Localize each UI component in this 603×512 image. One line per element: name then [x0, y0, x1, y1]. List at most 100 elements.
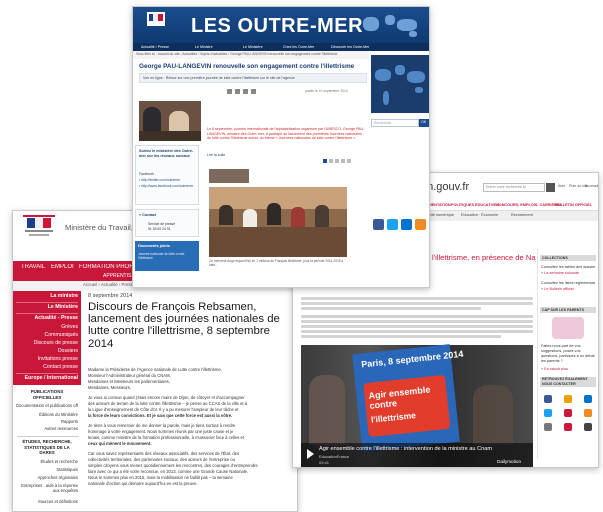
- body-line: des acteurs de terrain de la lutte contr…: [88, 401, 248, 406]
- site-title: LES OUTRE-MER: [191, 15, 364, 37]
- mobile-icon[interactable]: [584, 423, 592, 431]
- share-bar: Voir en ligne : Retour sur une première …: [139, 73, 367, 83]
- pager-dot[interactable]: [329, 159, 333, 163]
- top-link[interactable]: Accessibilité: [585, 184, 598, 188]
- nav-ministere[interactable]: Le Ministère: [243, 43, 263, 51]
- map-widget[interactable]: [371, 55, 429, 113]
- rc-link[interactable]: Consultez les tables des dossiers récent…: [541, 265, 595, 269]
- pub-link[interactable]: Éditions du Ministère: [16, 412, 78, 417]
- article-photo-top: [139, 101, 201, 141]
- contact-icon[interactable]: [564, 409, 572, 417]
- facebook-icon[interactable]: [373, 219, 384, 230]
- body-line: Je vous ai connue quand j'étais encore m…: [88, 395, 245, 400]
- nav-ministre[interactable]: Le Ministre: [195, 43, 213, 51]
- pub-link[interactable]: Autres ressources: [16, 426, 78, 431]
- share-icon[interactable]: [251, 89, 256, 94]
- rss-icon[interactable]: [584, 409, 592, 417]
- submenu-link[interactable]: Recrutement: [511, 213, 533, 217]
- outremer-screenshot: LES OUTRE-MER Actualité / Presse Le Mini…: [132, 6, 430, 288]
- body-line: Nous le sommes plus en 2015, mais la mob…: [88, 475, 233, 480]
- body-line: Mesdames et Messieurs les parlementaires…: [88, 379, 170, 384]
- body-line: simples citoyens vous menez quotidiennem…: [88, 463, 258, 468]
- print-icon[interactable]: [227, 89, 232, 94]
- body-line: Car vous savez représentants des réseaux…: [88, 451, 240, 456]
- search-button[interactable]: [546, 183, 555, 192]
- article-date: 8 septembre 2014: [88, 293, 133, 299]
- video-time: 03:41: [319, 460, 330, 465]
- pub-link[interactable]: Documentation et publications officielle…: [16, 403, 78, 408]
- pub-link[interactable]: Rapports: [16, 419, 78, 424]
- rc-link[interactable]: » En savoir plus: [541, 367, 595, 371]
- nav-decouvrir[interactable]: Découvrir les Outre-Mer: [331, 43, 369, 51]
- body-line: la force de leurs convictions. Et je sai…: [88, 413, 233, 418]
- read-more-link[interactable]: Lire la suite: [207, 153, 225, 157]
- body-line: hommage à votre engagement. Nous sommes …: [88, 429, 234, 434]
- marianne-logo: [23, 215, 55, 237]
- pager-dot[interactable]: [323, 159, 327, 163]
- dailymotion-icon[interactable]: [401, 219, 412, 230]
- pager-dot[interactable]: [347, 159, 351, 163]
- nav-emploi[interactable]: EMPLOI: [51, 264, 74, 270]
- body-line: Mesdames, Messieurs,: [88, 385, 132, 390]
- contact-box: » Contact Service de presse 01 53 69 24 …: [135, 209, 199, 237]
- pager-dot[interactable]: [335, 159, 339, 163]
- video-title: Agir ensemble contre l'illettrisme : int…: [319, 446, 492, 452]
- documents-box: Documents joints Journée nationale de lu…: [135, 241, 199, 271]
- nav-travail[interactable]: TRAVAIL: [21, 264, 45, 270]
- rss-icon[interactable]: [415, 219, 426, 230]
- twitter-icon[interactable]: [544, 409, 552, 417]
- body-line: tenais, comme ministre de la formation p…: [88, 435, 245, 440]
- search-input[interactable]: Entrer votre recherche ici: [483, 183, 545, 192]
- search-input[interactable]: Rechercher: [371, 119, 419, 127]
- etudes-link[interactable]: Études et recherche: [16, 459, 78, 464]
- menu-link[interactable]: POLITIQUES ÉDUCATIVES: [451, 203, 499, 207]
- left-menu-item[interactable]: Europe / International: [14, 375, 78, 385]
- breadcrumb: Vous êtes ici : Accueil du site › Actual…: [133, 51, 369, 59]
- rc-link[interactable]: » Le Bulletin officiel: [541, 287, 595, 291]
- rc-link[interactable]: Consultez les listes réglementaires publ…: [541, 281, 595, 285]
- mail-icon[interactable]: [235, 89, 240, 94]
- article-photo-small: [209, 169, 249, 183]
- travail-left-nav: La ministre Le Ministère Actualité - Pre…: [13, 291, 81, 385]
- top-link[interactable]: Aide: [558, 184, 565, 188]
- search-button[interactable]: OK: [419, 119, 429, 127]
- photo-caption: Ce mercredi Ange aujourd'hui en 1 millio…: [209, 259, 344, 267]
- etudes-link[interactable]: Approches régionales: [16, 475, 78, 480]
- play-icon[interactable]: [307, 449, 314, 459]
- etudes-link[interactable]: Entreprises : aide à la réponse aux enqu…: [16, 483, 78, 493]
- dailymotion-icon[interactable]: [584, 395, 592, 403]
- mail-icon[interactable]: [544, 423, 552, 431]
- facebook-icon[interactable]: [544, 395, 552, 403]
- etudes-link[interactable]: Statistiques: [16, 467, 78, 472]
- video-player[interactable]: Paris, 8 septembre 2014 Agir ensemble co…: [301, 344, 533, 467]
- calendar-icon[interactable]: [564, 423, 572, 431]
- submenu-link[interactable]: Éducation · Économie: [461, 213, 498, 217]
- body-line: collectivités territoriales, des partena…: [88, 457, 235, 462]
- gouv-right-column: COLLECTIONS Consultez les tables des dos…: [537, 249, 597, 459]
- menu-link[interactable]: CONCOURS, EMPLOIS, CARRIÈRES: [496, 203, 562, 207]
- article-title: George PAU-LANGEVIN renouvelle son engag…: [139, 63, 355, 70]
- publish-date: publié le 10 septembre 2014: [305, 89, 348, 93]
- rc-text: Faites nous part de vos suggestions, pos…: [541, 344, 595, 363]
- body-line: ceux qui mènent le mouvement.: [88, 441, 152, 446]
- nav-chez[interactable]: Chez les Outre-Mer: [283, 43, 314, 51]
- font-size-icon[interactable]: [243, 89, 248, 94]
- rc-link[interactable]: » La semaine suivante: [541, 271, 595, 275]
- rc-heading: CAP SUR LES PARENTS: [540, 307, 596, 313]
- etudes-link[interactable]: Sources et définitions: [16, 499, 78, 504]
- twitter-icon[interactable]: [387, 219, 398, 230]
- menu-link[interactable]: BULLETIN OFFICIEL: [555, 203, 592, 207]
- nav-formation[interactable]: FORMATION PROFESSIONNELLE: [79, 264, 139, 270]
- outremer-header: LES OUTRE-MER: [133, 7, 429, 43]
- body-line: nationale d'action qui démarre aujourd'h…: [88, 481, 198, 486]
- nav-actualite[interactable]: Actualité / Presse: [141, 43, 169, 51]
- body-line: Monsieur l'Administrateur général du CNA…: [88, 373, 171, 378]
- pager-dot[interactable]: [341, 159, 345, 163]
- warning-icon[interactable]: [564, 395, 572, 403]
- marianne-logo: [147, 12, 165, 26]
- rc-heading: COLLECTIONS: [540, 255, 596, 261]
- rc-heading: RETROUVEZ ÉGALEMENT NOUS CONTACTER: [540, 377, 596, 387]
- publications-heading: PUBLICATIONS OFFICIELLES: [30, 389, 64, 400]
- outremer-right-column: Rechercher OK: [369, 51, 429, 287]
- follow-box: Suivez le ministère des Outre-mer sur le…: [135, 145, 199, 205]
